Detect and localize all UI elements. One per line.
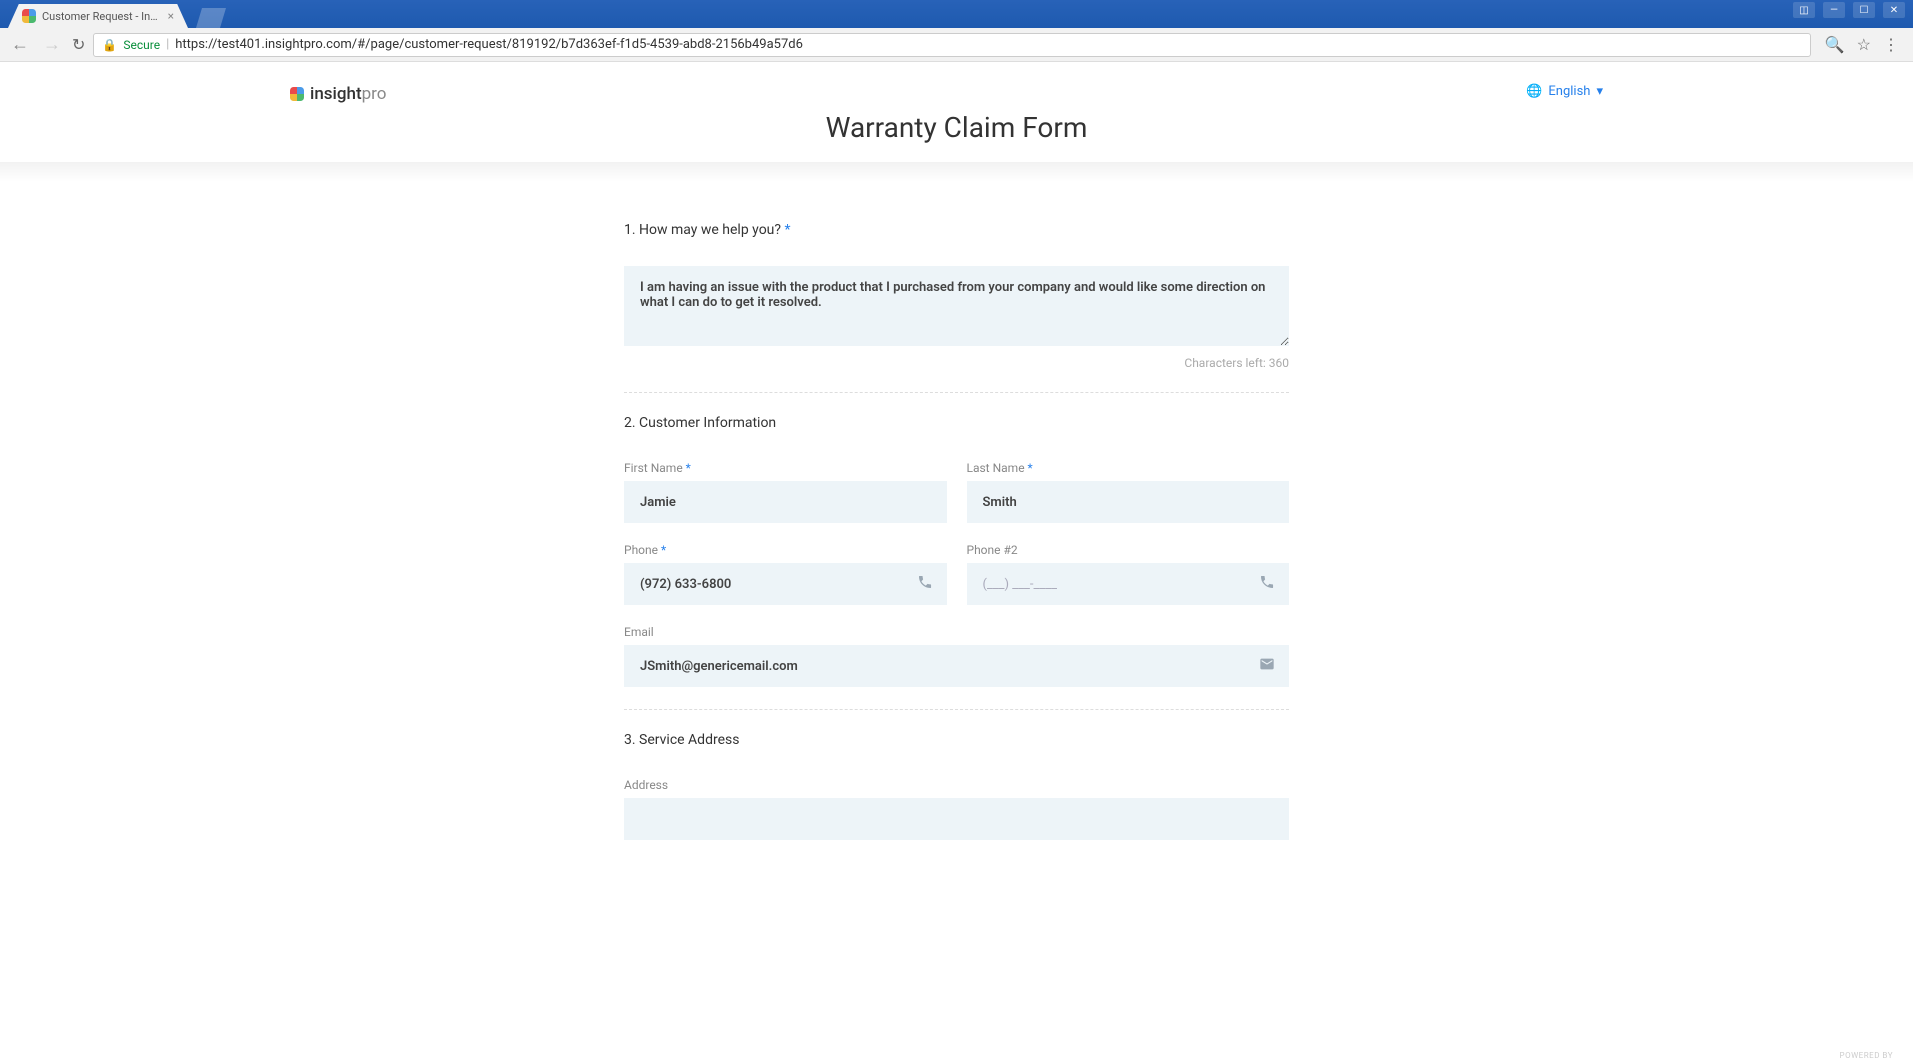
phone2-label: Phone #2: [967, 543, 1290, 557]
zoom-icon[interactable]: 🔍: [1825, 35, 1845, 54]
phone2-input[interactable]: [967, 563, 1290, 605]
last-name-input[interactable]: [967, 481, 1290, 523]
lock-icon: 🔒: [102, 38, 117, 52]
secure-label: Secure: [123, 38, 160, 52]
question-2-label: 2. Customer Information: [624, 415, 1289, 431]
last-name-label: Last Name *: [967, 461, 1290, 475]
back-button[interactable]: ←: [8, 34, 32, 55]
page-viewport[interactable]: insightpro Warranty Claim Form 🌐 English…: [0, 62, 1913, 1064]
menu-icon[interactable]: ⋮: [1883, 35, 1899, 54]
first-name-input[interactable]: [624, 481, 947, 523]
phone-icon: [917, 574, 933, 594]
url-divider: |: [166, 37, 169, 52]
browser-tab-bar: Customer Request - Insig × ◫ — ☐ ✕: [0, 0, 1913, 28]
first-name-label: First Name *: [624, 461, 947, 475]
question-3-label: 3. Service Address: [624, 732, 1289, 748]
header-shadow: [0, 162, 1913, 182]
powered-by-label: POWERED BY: [1840, 1051, 1893, 1060]
section-divider: [624, 392, 1289, 393]
address-label: Address: [624, 778, 1289, 792]
maximize-icon[interactable]: ☐: [1853, 2, 1875, 18]
email-input[interactable]: [624, 645, 1289, 687]
globe-icon: 🌐: [1526, 84, 1542, 99]
logo-text: insightpro: [310, 84, 386, 104]
bookmark-icon[interactable]: ☆: [1857, 35, 1871, 54]
reload-button[interactable]: ↻: [72, 35, 85, 54]
favicon-icon: [22, 9, 36, 23]
phone1-label: Phone *: [624, 543, 947, 557]
email-icon: [1259, 656, 1275, 676]
address-input[interactable]: [624, 798, 1289, 840]
address-bar[interactable]: 🔒 Secure | https://test401.insightpro.co…: [93, 33, 1810, 57]
browser-tab[interactable]: Customer Request - Insig ×: [8, 4, 188, 28]
minimize-icon[interactable]: —: [1823, 2, 1845, 18]
language-label: English: [1548, 84, 1590, 99]
phone-icon: [1259, 574, 1275, 594]
email-label: Email: [624, 625, 1289, 639]
language-selector[interactable]: 🌐 English ▾: [1526, 84, 1603, 99]
char-counter: Characters left: 360: [624, 356, 1289, 370]
question-1-label: 1. How may we help you? *: [624, 222, 1289, 238]
tab-title: Customer Request - Insig: [42, 10, 162, 23]
phone1-input[interactable]: [624, 563, 947, 605]
window-controls: ◫ — ☐ ✕: [1793, 2, 1905, 18]
section-divider: [624, 709, 1289, 710]
warranty-form: 1. How may we help you? * Characters lef…: [624, 222, 1289, 920]
forward-button[interactable]: →: [40, 34, 64, 55]
chevron-down-icon: ▾: [1596, 84, 1603, 99]
browser-toolbar: ← → ↻ 🔒 Secure | https://test401.insight…: [0, 28, 1913, 62]
new-tab-button[interactable]: [196, 8, 226, 28]
help-description-textarea[interactable]: [624, 266, 1289, 346]
close-tab-icon[interactable]: ×: [168, 9, 174, 23]
account-icon[interactable]: ◫: [1793, 2, 1815, 18]
logo-icon: [290, 87, 304, 101]
page-title: Warranty Claim Form: [40, 111, 1873, 144]
close-window-icon[interactable]: ✕: [1883, 2, 1905, 18]
url-text: https://test401.insightpro.com/#/page/cu…: [175, 37, 803, 52]
app-header: insightpro Warranty Claim Form 🌐 English…: [0, 62, 1913, 162]
logo[interactable]: insightpro: [290, 84, 386, 104]
